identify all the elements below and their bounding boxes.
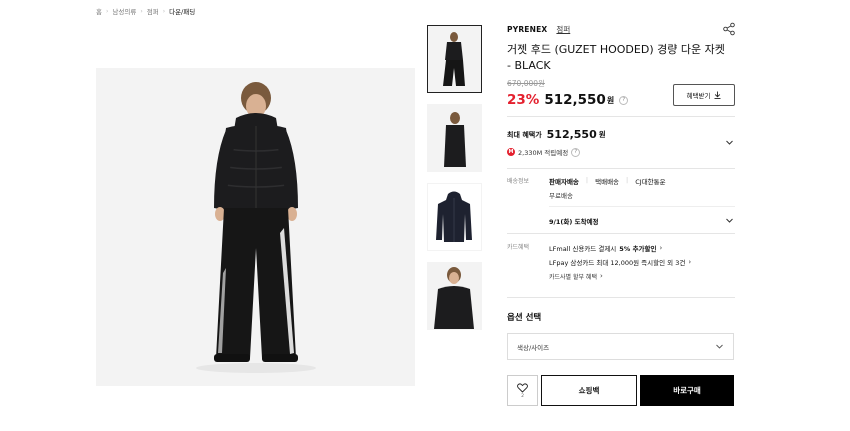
divider [549, 206, 735, 207]
chevron-down-icon[interactable] [725, 138, 734, 147]
option-select[interactable]: 색상/사이즈 [507, 333, 734, 360]
main-product-image[interactable] [96, 68, 415, 386]
thumbnail-full-body-image [428, 26, 481, 92]
option-title: 옵션 선택 [507, 313, 542, 323]
wishlist-button[interactable]: 2 [507, 375, 538, 406]
card-benefit-line-2[interactable]: LFpay 삼성카드 최대 12,000원 즉시할인 외 3건 › [549, 255, 691, 269]
thumbnail-3[interactable] [427, 183, 482, 251]
buy-now-button[interactable]: 바로구매 [640, 375, 734, 406]
thumbnail-2[interactable] [427, 104, 482, 172]
shipping-option-parcel: 택배배송 [595, 178, 620, 186]
shipping-options: 판매자배송 | 택배배송 | CJ대한통운 [549, 176, 673, 186]
thumbnail-flat-jacket-image [428, 184, 481, 250]
arrival-date[interactable]: 9/1(화) 도착예정 [549, 216, 599, 226]
brand-link[interactable]: PYRENEX [507, 25, 547, 34]
benefit-button[interactable]: 혜택받기 [673, 84, 735, 106]
thumbnail-list [427, 25, 482, 341]
brand-row: PYRENEX 점퍼 [507, 22, 735, 36]
model-photo [96, 68, 415, 386]
breadcrumb-separator: › [105, 7, 109, 15]
divider [507, 297, 735, 298]
chevron-down-icon [716, 344, 723, 349]
download-icon [714, 91, 721, 99]
divider [507, 116, 735, 117]
max-benefit-section[interactable]: 최대 혜택가 512,550 원 M 2,330M 적립예정 ? [507, 128, 735, 157]
category-link[interactable]: 점퍼 [556, 24, 570, 35]
max-benefit-price: 512,550 [546, 128, 597, 141]
chevron-right-icon: › [659, 244, 663, 252]
card-benefit-label: 카드혜택 [507, 244, 530, 251]
card-line-2-text: LFpay 삼성카드 최대 12,000원 즉시할인 외 3건 [549, 259, 686, 267]
thumbnail-side-image [428, 105, 481, 171]
discount-rate: 23% [507, 92, 540, 108]
chevron-right-icon: › [599, 272, 603, 280]
point-text: 2,330M 적립예정 [518, 149, 569, 157]
divider [507, 168, 735, 169]
shipping-option-seller: 판매자배송 [549, 178, 579, 186]
divider [507, 233, 735, 234]
chevron-right-icon: › [688, 258, 692, 266]
breadcrumb-separator: › [162, 7, 166, 15]
breadcrumb-item-mens[interactable]: 남성의류 [112, 6, 136, 16]
heart-icon [517, 382, 528, 393]
share-icon[interactable] [722, 22, 736, 36]
max-benefit-label: 최대 혜택가 [507, 130, 542, 139]
chevron-down-icon[interactable] [725, 216, 734, 225]
thumbnail-closeup-image [428, 263, 481, 329]
currency-label: 원 [606, 95, 615, 105]
product-info: PYRENEX 점퍼 거젯 후드 (GUZET HOODED) 경량 다운 자켓… [507, 22, 735, 110]
free-shipping: 무료배송 [549, 192, 573, 200]
thumbnail-1[interactable] [427, 25, 482, 93]
breadcrumb-separator: › [140, 7, 143, 15]
product-title: 거젯 후드 (GUZET HOODED) 경량 다운 자켓 - BLACK [507, 43, 725, 72]
shopping-bag-button[interactable]: 쇼핑백 [541, 375, 637, 406]
card-benefit-line-3[interactable]: 카드사별 할부 혜택 › [549, 269, 691, 283]
help-icon[interactable]: ? [571, 147, 581, 157]
shipping-label: 배송정보 [507, 178, 530, 185]
shipping-option-courier: CJ대한통운 [635, 178, 666, 186]
breadcrumb-item-jumper[interactable]: 점퍼 [147, 6, 159, 16]
sale-price: 512,550 [544, 92, 606, 108]
card-line-1-highlight: 5% 추가할인 [619, 245, 657, 253]
benefit-button-label: 혜택받기 [686, 92, 711, 100]
breadcrumb-item-current[interactable]: 다운/패딩 [169, 6, 195, 16]
card-line-1-text: LFmall 신용카드 결제시 [549, 245, 617, 253]
max-benefit-currency: 원 [598, 130, 606, 139]
card-benefit-line-1[interactable]: LFmall 신용카드 결제시 5% 추가할인 › [549, 241, 691, 255]
wishlist-count: 2 [521, 393, 524, 399]
thumbnail-4[interactable] [427, 262, 482, 330]
purchase-actions: 2 쇼핑백 바로구매 [507, 375, 734, 406]
card-line-3-text: 카드사별 할부 혜택 [549, 273, 597, 281]
option-select-placeholder: 색상/사이즈 [517, 343, 550, 352]
breadcrumb-item-home[interactable]: 홈 [96, 6, 102, 16]
help-icon[interactable]: ? [619, 95, 629, 105]
point-icon: M [507, 148, 515, 156]
breadcrumb: 홈 › 남성의류 › 점퍼 › 다운/패딩 [96, 6, 195, 17]
